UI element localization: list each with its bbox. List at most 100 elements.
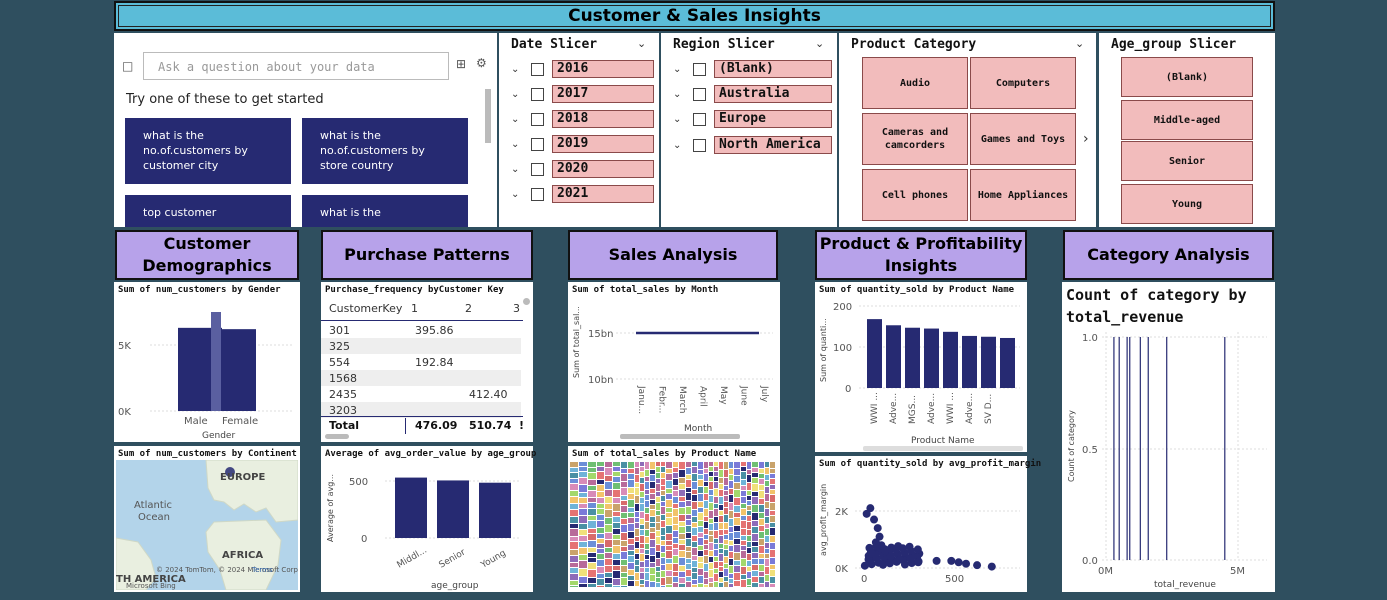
treemap-cell: [645, 514, 649, 521]
slicer-item[interactable]: ⌄ (Blank): [673, 59, 832, 79]
checkbox[interactable]: [531, 162, 544, 176]
treemap-cell: [621, 474, 627, 481]
table-cell: 1568: [329, 372, 357, 385]
table-row[interactable]: 2435 412.40: [321, 386, 521, 402]
scroll-indicator[interactable]: [523, 298, 530, 305]
bar: [437, 480, 469, 538]
continent-map[interactable]: Sum of num_customers by Continent EUROPE…: [114, 446, 300, 592]
checkbox[interactable]: [531, 137, 544, 151]
x-tick-label: Adve...: [927, 393, 937, 424]
checkbox[interactable]: [693, 62, 706, 76]
table-row[interactable]: 1568: [321, 370, 521, 386]
chevron-down-icon[interactable]: ⌄: [511, 64, 525, 75]
category-tile[interactable]: Cameras and camcorders: [862, 113, 968, 165]
treemap-cell: [640, 504, 644, 511]
share-icon[interactable]: ⊞: [456, 57, 466, 71]
checkbox[interactable]: [531, 87, 544, 101]
column-header[interactable]: CustomerKey: [329, 302, 402, 315]
slicer-item[interactable]: ⌄ Europe: [673, 109, 832, 129]
treemap-cell: [613, 566, 620, 570]
treemap-cell: [765, 529, 769, 535]
slicer-item[interactable]: ⌄ 2019: [511, 134, 654, 154]
treemap-cell: [613, 535, 620, 539]
qty-product-chart[interactable]: Sum of quantity_sold by Product Name Sum…: [815, 282, 1027, 452]
sales-month-chart[interactable]: Sum of total_sales by Month Sum of total…: [568, 282, 780, 442]
category-tile[interactable]: Audio: [862, 57, 968, 109]
gear-icon[interactable]: ⚙: [476, 56, 487, 70]
column-header[interactable]: 2: [465, 302, 472, 315]
bar: [943, 331, 958, 388]
slicer-item[interactable]: ⌄ 2021: [511, 184, 654, 204]
y-tick: 1.0: [1082, 333, 1098, 344]
slicer-item[interactable]: ⌄ 2020: [511, 159, 654, 179]
chevron-down-icon[interactable]: ⌄: [511, 164, 525, 175]
qa-suggestion[interactable]: top customer: [125, 195, 291, 227]
qa-suggestion[interactable]: what is the: [302, 195, 468, 227]
treemap-cell: [650, 575, 655, 581]
checkbox[interactable]: [531, 187, 544, 201]
qa-suggestion[interactable]: what is the no.of.customers by store cou…: [302, 118, 468, 184]
qa-scrollbar[interactable]: [485, 89, 491, 143]
category-tile[interactable]: Games and Toys: [970, 113, 1076, 165]
chevron-right-icon[interactable]: ›: [1083, 131, 1089, 147]
treemap-cell: [765, 524, 769, 528]
slicer-item[interactable]: ⌄ 2016: [511, 59, 654, 79]
treemap-cell: [570, 524, 578, 528]
treemap-cell: [588, 553, 596, 557]
age-order-chart[interactable]: Average of avg_order_value by age_group …: [321, 446, 536, 592]
slicer-item[interactable]: ⌄ Australia: [673, 84, 832, 104]
chevron-down-icon[interactable]: ⌄: [673, 140, 687, 151]
checkbox[interactable]: [693, 138, 706, 152]
category-tile[interactable]: Home Appliances: [970, 169, 1076, 221]
slicer-item[interactable]: ⌄ North America: [673, 135, 832, 155]
chevron-down-icon[interactable]: ⌄: [511, 139, 525, 150]
chevron-down-icon[interactable]: ⌄: [511, 89, 525, 100]
treemap-cell: [597, 539, 604, 543]
checkbox[interactable]: [693, 112, 706, 126]
treemap-cell: [605, 548, 612, 552]
category-tile[interactable]: Computers: [970, 57, 1076, 109]
column-header[interactable]: 3: [513, 302, 520, 315]
qa-suggestion[interactable]: what is the no.of.customers by customer …: [125, 118, 291, 184]
treemap-cell: [729, 503, 733, 510]
qa-search-input[interactable]: Ask a question about your data: [143, 52, 449, 80]
treemap-cell: [692, 536, 697, 541]
chevron-down-icon[interactable]: ⌄: [673, 114, 687, 125]
chevron-down-icon[interactable]: ⌄: [511, 189, 525, 200]
slicer-item[interactable]: ⌄ 2017: [511, 84, 654, 104]
checkbox[interactable]: [531, 112, 544, 126]
treemap-cell: [729, 527, 733, 532]
qty-margin-scatter[interactable]: Sum of quantity_sold by avg_profit_margi…: [815, 456, 1041, 592]
qa-panel: □ Ask a question about your data ⊞ ⚙ Try…: [114, 33, 497, 227]
slicer-item[interactable]: ⌄ 2018: [511, 109, 654, 129]
treemap-cell: [759, 546, 764, 553]
treemap-cell: [656, 467, 660, 472]
table-row[interactable]: 554 192.84: [321, 354, 521, 370]
treemap-cell: [719, 462, 723, 469]
chevron-down-icon[interactable]: ⌄: [637, 37, 646, 50]
treemap-cell: [724, 491, 728, 495]
purchase-table[interactable]: Purchase_frequency byCustomer Key Custom…: [321, 282, 533, 442]
checkbox[interactable]: [693, 87, 706, 101]
table-row[interactable]: 325: [321, 338, 521, 354]
checkbox[interactable]: [531, 62, 544, 76]
chevron-down-icon[interactable]: ⌄: [1075, 37, 1084, 50]
treemap-cell: [613, 529, 620, 534]
age-tile[interactable]: Senior: [1121, 141, 1253, 181]
chevron-down-icon[interactable]: ⌄: [673, 64, 687, 75]
chevron-down-icon[interactable]: ⌄: [815, 37, 824, 50]
gender-chart[interactable]: Sum of num_customers by Gender 5K 0K Mal…: [114, 282, 300, 442]
table-scrollbar[interactable]: [325, 434, 349, 439]
age-tile[interactable]: (Blank): [1121, 57, 1253, 97]
chevron-down-icon[interactable]: ⌄: [511, 114, 525, 125]
table-row[interactable]: 301 395.86: [321, 322, 521, 338]
treemap-cell: [686, 515, 691, 519]
age-tile[interactable]: Young: [1121, 184, 1253, 224]
column-header[interactable]: 1: [411, 302, 418, 315]
chevron-down-icon[interactable]: ⌄: [673, 89, 687, 100]
sales-product-treemap[interactable]: Sum of total_sales by Product Name: [568, 446, 780, 592]
category-chart[interactable]: Count of category by total_revenue Count…: [1062, 282, 1275, 592]
age-tile[interactable]: Middle-aged: [1121, 100, 1253, 140]
category-tile[interactable]: Cell phones: [862, 169, 968, 221]
treemap-cell: [719, 516, 723, 522]
